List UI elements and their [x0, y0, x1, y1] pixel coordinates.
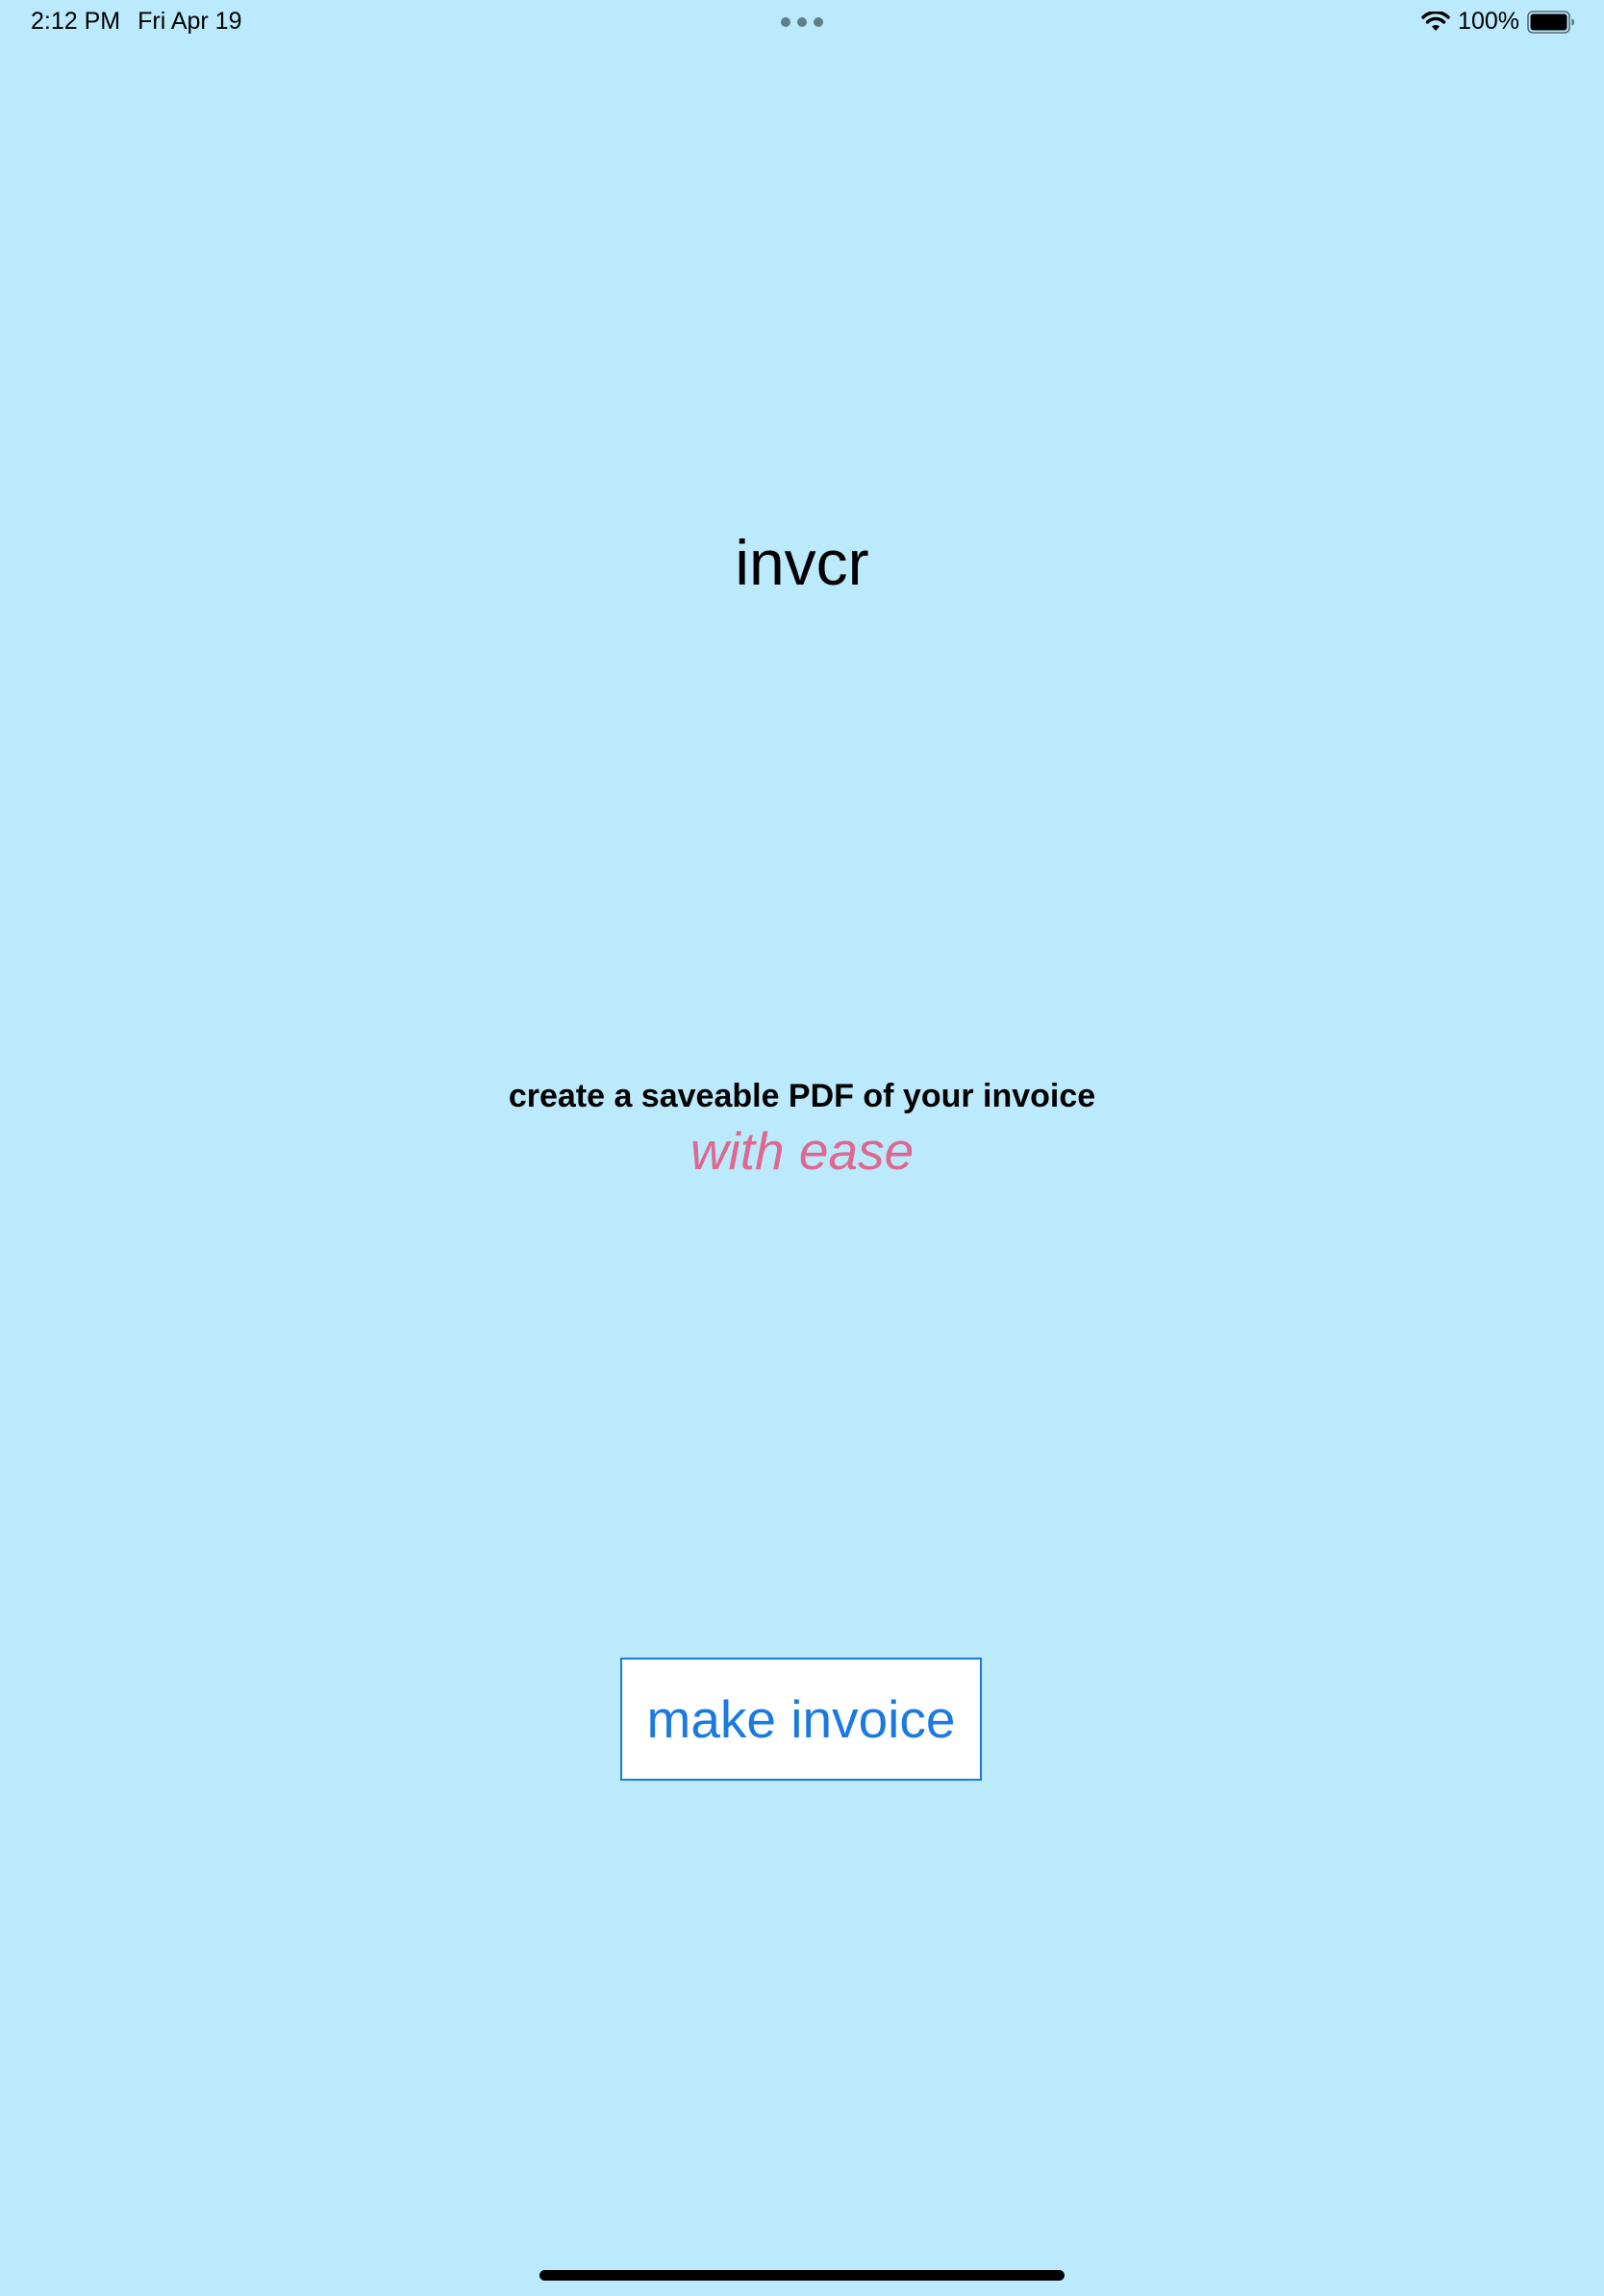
tagline: create a saveable PDF of your invoice	[508, 1078, 1096, 1114]
wifi-icon	[1421, 11, 1450, 33]
multitasking-dots-icon[interactable]	[781, 17, 823, 27]
make-invoice-button[interactable]: make invoice	[620, 1658, 982, 1781]
status-date: Fri Apr 19	[138, 8, 242, 35]
status-time-date: 2:12 PM Fri Apr 19	[31, 8, 241, 36]
status-bar: 2:12 PM Fri Apr 19 100%	[0, 0, 1604, 46]
status-indicators: 100%	[1421, 8, 1575, 36]
tagline-emphasis: with ease	[689, 1121, 915, 1181]
home-indicator[interactable]	[539, 2270, 1065, 2281]
status-time: 2:12 PM	[31, 8, 121, 35]
battery-percent: 100%	[1458, 8, 1519, 35]
battery-icon	[1527, 10, 1574, 34]
app-title: invcr	[735, 527, 869, 598]
